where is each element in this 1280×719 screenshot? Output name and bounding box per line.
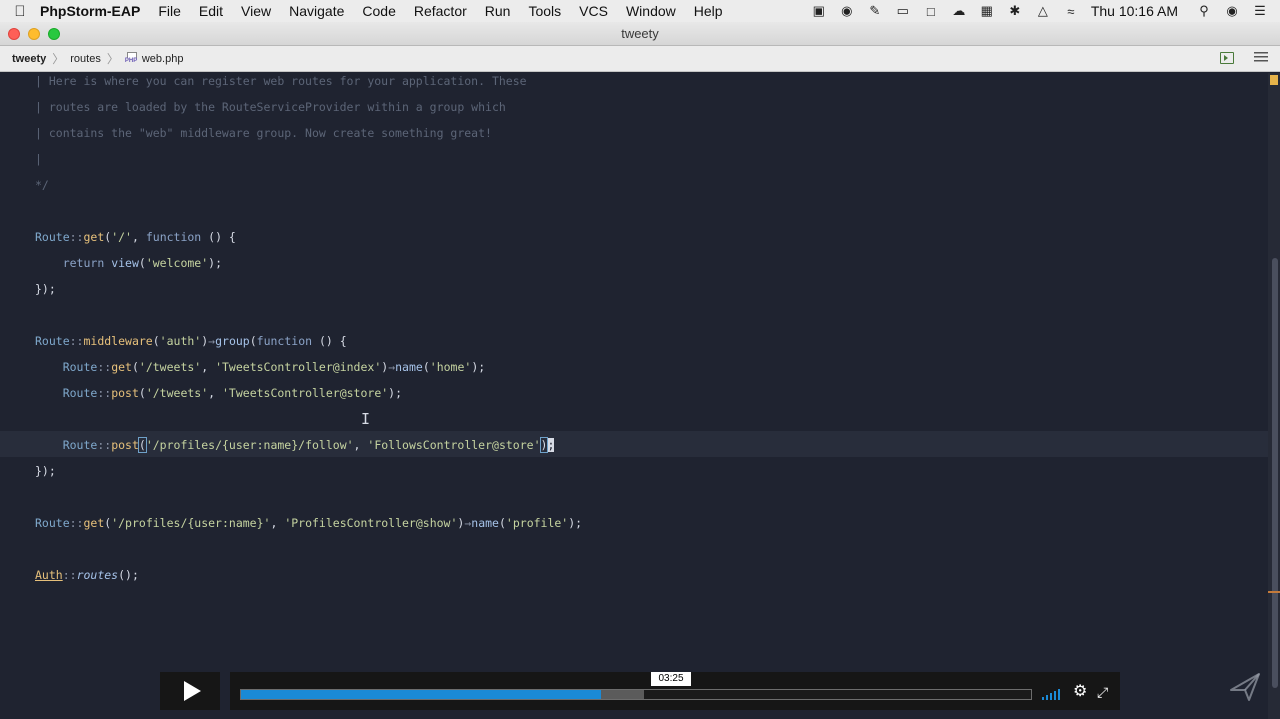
breadcrumb-separator-icon: 〉	[52, 52, 65, 66]
mac-menu-bar:  PhpStorm-EAP File Edit View Navigate C…	[0, 0, 1280, 22]
menu-code[interactable]: Code	[362, 3, 395, 19]
php-file-icon: PHP	[124, 52, 139, 65]
breadcrumb-file[interactable]: web.php	[142, 53, 184, 65]
code-line: | contains the "web" middleware group. N…	[35, 126, 492, 140]
code-line: });	[35, 464, 56, 478]
menu-refactor[interactable]: Refactor	[414, 3, 467, 19]
controls-bar: 03:25 ⚙ ⤢	[230, 672, 1120, 710]
menu-navigate[interactable]: Navigate	[289, 3, 344, 19]
window-title-bar: tweety	[0, 22, 1280, 46]
code-line: Route::middleware('auth')→group(function…	[35, 334, 347, 348]
onepassword-icon[interactable]: ◉	[839, 3, 855, 18]
app-menu[interactable]: PhpStorm-EAP	[40, 3, 140, 19]
menu-tools[interactable]: Tools	[528, 3, 561, 19]
code-line: return view('welcome');	[62, 256, 222, 270]
editor-scrollbar[interactable]	[1268, 73, 1280, 719]
code-line: });	[35, 282, 56, 296]
preview-icon[interactable]	[1220, 52, 1234, 64]
spotlight-search-icon[interactable]: ⚲	[1196, 3, 1212, 18]
scrollbar-thumb[interactable]	[1272, 258, 1278, 688]
paper-plane-logo-icon	[1230, 673, 1260, 701]
siri-icon[interactable]: ◉	[1224, 3, 1240, 18]
code-line: | routes are loaded by the RouteServiceP…	[35, 100, 506, 114]
cloud-icon[interactable]: ☁	[951, 3, 967, 18]
volume-icon[interactable]	[1042, 688, 1064, 700]
code-line-current: Route::post('/profiles/{user:name}/follo…	[62, 437, 555, 453]
code-line: */	[35, 178, 49, 192]
breadcrumb-separator-icon: 〉	[106, 52, 119, 66]
display-icon[interactable]: ▭	[895, 3, 911, 18]
progress-played	[241, 690, 602, 699]
code-line: Route::get('/', function () {	[35, 230, 236, 244]
menu-help[interactable]: Help	[694, 3, 723, 19]
breadcrumb-folder[interactable]: routes	[70, 53, 101, 65]
wifi-icon[interactable]: ≈	[1063, 4, 1079, 19]
code-editor[interactable]: | Here is where you can register web rou…	[0, 73, 1280, 719]
window-title: tweety	[621, 26, 659, 41]
menu-file[interactable]: File	[158, 3, 181, 19]
progress-bar[interactable]	[240, 689, 1032, 700]
square-icon[interactable]: □	[923, 4, 939, 19]
text-cursor-icon: I	[361, 410, 371, 428]
code-line: Auth::routes();	[35, 568, 139, 582]
code-line: | Here is where you can register web rou…	[35, 74, 527, 88]
pen-icon[interactable]: ✎	[867, 3, 883, 18]
airplay-icon[interactable]: △	[1035, 3, 1051, 18]
play-button[interactable]	[160, 672, 220, 710]
breadcrumb-project[interactable]: tweety	[12, 53, 46, 65]
menu-edit[interactable]: Edit	[199, 3, 223, 19]
code-line: Route::get('/profiles/{user:name}', 'Pro…	[35, 516, 583, 530]
hamburger-menu-icon[interactable]	[1254, 52, 1268, 64]
menu-clock[interactable]: Thu 10:16 AM	[1091, 3, 1178, 19]
menu-view[interactable]: View	[241, 3, 271, 19]
apple-menu-icon[interactable]: 	[0, 3, 40, 20]
screen-record-icon[interactable]: ▣	[811, 3, 827, 18]
fullscreen-icon[interactable]: ⤢	[1097, 684, 1108, 700]
code-line: Route::post('/tweets', 'TweetsController…	[62, 386, 403, 400]
menu-vcs[interactable]: VCS	[579, 3, 608, 19]
notification-center-icon[interactable]: ☰	[1252, 3, 1268, 18]
code-line: |	[35, 152, 42, 166]
play-icon	[183, 681, 201, 701]
menu-run[interactable]: Run	[485, 3, 511, 19]
menu-window[interactable]: Window	[626, 3, 676, 19]
breadcrumb: tweety 〉 routes 〉 PHP web.php	[0, 46, 1280, 72]
code-line: Route::get('/tweets', 'TweetsController@…	[62, 360, 486, 374]
video-player-controls: 03:25 ⚙ ⤢	[160, 672, 1120, 710]
settings-gear-icon[interactable]: ⚙	[1073, 684, 1087, 700]
scroll-position-marker	[1268, 591, 1280, 593]
warning-marker-icon[interactable]	[1270, 75, 1278, 85]
bluetooth-icon[interactable]: ✱	[1007, 3, 1023, 18]
grid-icon[interactable]: ▦	[979, 3, 995, 18]
time-tooltip: 03:25	[651, 672, 691, 686]
